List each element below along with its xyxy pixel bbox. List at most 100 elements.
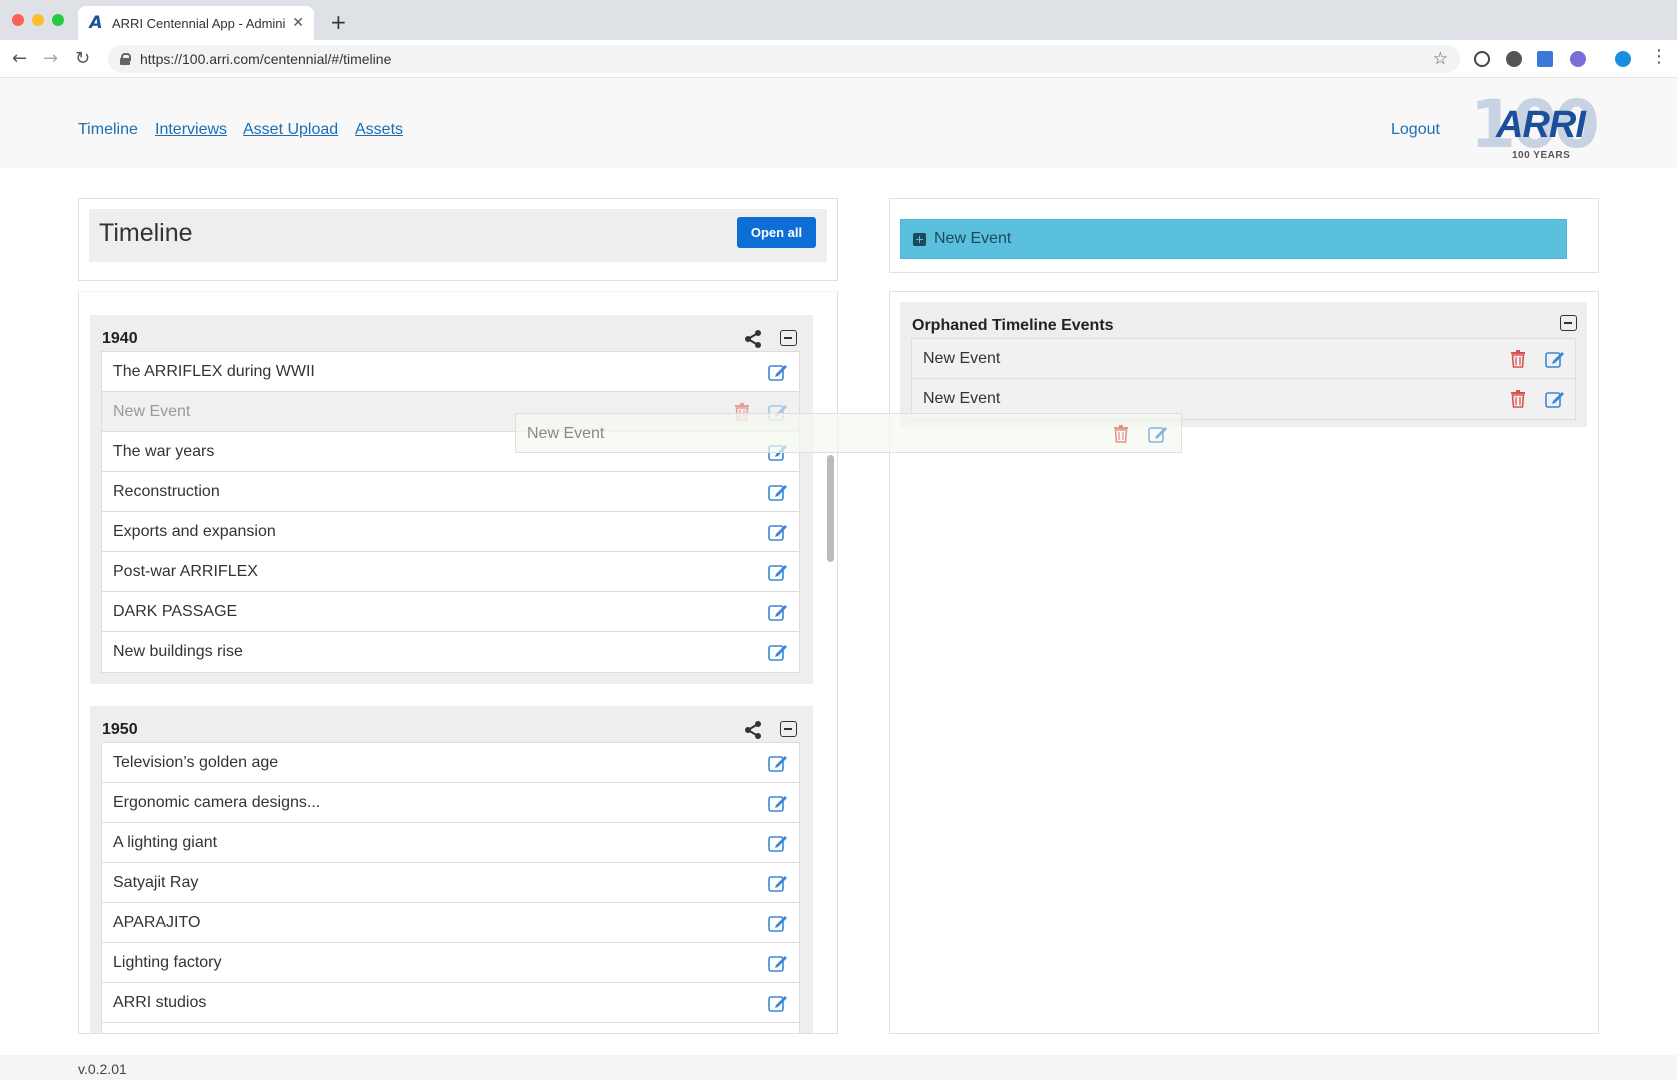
profile-avatar[interactable]	[1615, 51, 1631, 67]
event-title: Reconstruction	[113, 483, 220, 500]
list-item[interactable]: DARK PASSAGE	[102, 592, 799, 632]
nav-timeline[interactable]: Timeline	[78, 121, 138, 139]
list-item[interactable]: APARAJITO	[102, 903, 799, 943]
extension-2-icon[interactable]	[1506, 51, 1522, 67]
orphaned-list: New Event New Event	[911, 338, 1576, 420]
orphaned-title: Orphaned Timeline Events	[912, 317, 1114, 334]
collapse-icon[interactable]	[780, 721, 797, 737]
footer: v.0.2.01	[0, 1055, 1677, 1080]
logout-link[interactable]: Logout	[1391, 121, 1440, 139]
edit-icon[interactable]	[1148, 425, 1168, 443]
collapse-icon[interactable]	[780, 330, 797, 346]
event-title: ARRI studios	[113, 994, 207, 1011]
orphaned-events-box: Orphaned Timeline Events New Event New E…	[900, 302, 1587, 427]
list-item[interactable]: ARRI studios	[102, 983, 799, 1023]
nav-assets[interactable]: Assets	[355, 121, 403, 139]
browser-menu-icon[interactable]: ⋮	[1650, 46, 1668, 67]
event-title: Lighting factory	[113, 954, 222, 971]
share-icon[interactable]	[743, 329, 763, 349]
edit-icon[interactable]	[768, 874, 788, 892]
list-item[interactable]: Post-war ARRIFLEX	[102, 552, 799, 592]
edit-icon[interactable]	[768, 643, 788, 661]
decade-1950: 1950 Television’s golden age Ergonomic c…	[90, 706, 813, 1033]
page-title: Timeline	[99, 219, 193, 247]
event-title: New buildings rise	[113, 643, 243, 660]
close-window-button[interactable]	[12, 14, 24, 26]
timeline-header-panel: Timeline Open all	[78, 198, 838, 281]
arri-favicon-icon: A	[89, 13, 103, 33]
new-event-button[interactable]: New Event	[900, 219, 1567, 259]
edit-icon[interactable]	[768, 954, 788, 972]
open-all-button[interactable]: Open all	[737, 217, 816, 248]
nav-asset-upload[interactable]: Asset Upload	[243, 121, 338, 139]
event-list: The ARRIFLEX during WWII New Event The w…	[101, 351, 800, 673]
edit-icon[interactable]	[768, 754, 788, 772]
back-icon[interactable]: ←	[12, 48, 27, 69]
event-title: New Event	[113, 403, 191, 420]
maximize-window-button[interactable]	[52, 14, 64, 26]
trash-icon[interactable]	[1113, 425, 1129, 443]
list-item[interactable]: Exports and expansion	[102, 512, 799, 552]
list-item[interactable]: Lighting factory	[102, 943, 799, 983]
tab-title: ARRI Centennial App - Adminis	[112, 15, 287, 31]
event-title: New Event	[923, 350, 1001, 367]
extension-4-icon[interactable]	[1570, 51, 1586, 67]
list-item[interactable]: A lighting giant	[102, 823, 799, 863]
list-item[interactable]: Ergonomic camera designs...	[102, 783, 799, 823]
event-title: Ergonomic camera designs...	[113, 794, 321, 811]
list-item[interactable]: New Event	[912, 339, 1575, 379]
orphaned-panel: Orphaned Timeline Events New Event New E…	[889, 291, 1599, 1034]
browser-tab[interactable]: A ARRI Centennial App - Adminis ✕	[78, 6, 314, 40]
extension-1-icon[interactable]	[1474, 51, 1490, 67]
edit-icon[interactable]	[768, 523, 788, 541]
app-header: Timeline Interviews Asset Upload Assets …	[0, 78, 1677, 168]
edit-icon[interactable]	[768, 603, 788, 621]
event-title: Satyajit Ray	[113, 874, 199, 891]
event-title: New Event	[527, 425, 605, 442]
edit-icon[interactable]	[768, 794, 788, 812]
timeline-list-panel[interactable]: 1940 The ARRIFLEX during WWII New Event …	[78, 291, 838, 1034]
edit-icon[interactable]	[768, 563, 788, 581]
address-bar[interactable]: https://100.arri.com/centennial/#/timeli…	[108, 45, 1460, 73]
list-item[interactable]: New buildings rise	[102, 632, 799, 672]
edit-icon[interactable]	[768, 994, 788, 1012]
trash-icon[interactable]	[1510, 390, 1526, 408]
minimize-window-button[interactable]	[32, 14, 44, 26]
dragged-event-item[interactable]: New Event	[515, 413, 1182, 453]
arri-100-years-logo: 100 ARRI 100 YEARS	[1470, 86, 1600, 163]
new-event-panel: New Event	[889, 198, 1599, 273]
list-item[interactable]: Television’s golden age	[102, 743, 799, 783]
url-text: https://100.arri.com/centennial/#/timeli…	[140, 51, 392, 67]
list-item[interactable]: The ARRIFLEX during WWII	[102, 352, 799, 392]
timeline-header: Timeline Open all	[89, 209, 827, 262]
event-title: New Event	[923, 390, 1001, 407]
forward-icon[interactable]: →	[43, 48, 58, 69]
trash-icon[interactable]	[1510, 350, 1526, 368]
edit-icon[interactable]	[768, 834, 788, 852]
new-event-label: New Event	[934, 230, 1012, 247]
lock-icon	[120, 53, 131, 65]
list-item[interactable]	[102, 1023, 799, 1033]
list-item[interactable]: Satyajit Ray	[102, 863, 799, 903]
extension-new-icon[interactable]	[1537, 51, 1553, 67]
edit-icon[interactable]	[1545, 350, 1565, 368]
edit-icon[interactable]	[768, 914, 788, 932]
collapse-icon[interactable]	[1560, 315, 1577, 331]
new-tab-button[interactable]: +	[330, 10, 347, 34]
bookmark-star-icon[interactable]: ☆	[1433, 49, 1448, 69]
version-label: v.0.2.01	[78, 1061, 127, 1077]
timeline-scrollbar[interactable]	[827, 455, 834, 562]
decade-label: 1940	[102, 330, 138, 347]
event-title: The ARRIFLEX during WWII	[113, 363, 315, 380]
list-item[interactable]: Reconstruction	[102, 472, 799, 512]
edit-icon[interactable]	[1545, 390, 1565, 408]
event-title: DARK PASSAGE	[113, 603, 238, 620]
browser-toolbar: ← → ↻ https://100.arri.com/centennial/#/…	[0, 40, 1677, 78]
close-tab-icon[interactable]: ✕	[292, 15, 304, 31]
reload-icon[interactable]: ↻	[75, 48, 90, 69]
edit-icon[interactable]	[768, 483, 788, 501]
share-icon[interactable]	[743, 720, 763, 740]
decade-label: 1950	[102, 721, 138, 738]
nav-interviews[interactable]: Interviews	[155, 121, 227, 139]
edit-icon[interactable]	[768, 363, 788, 381]
